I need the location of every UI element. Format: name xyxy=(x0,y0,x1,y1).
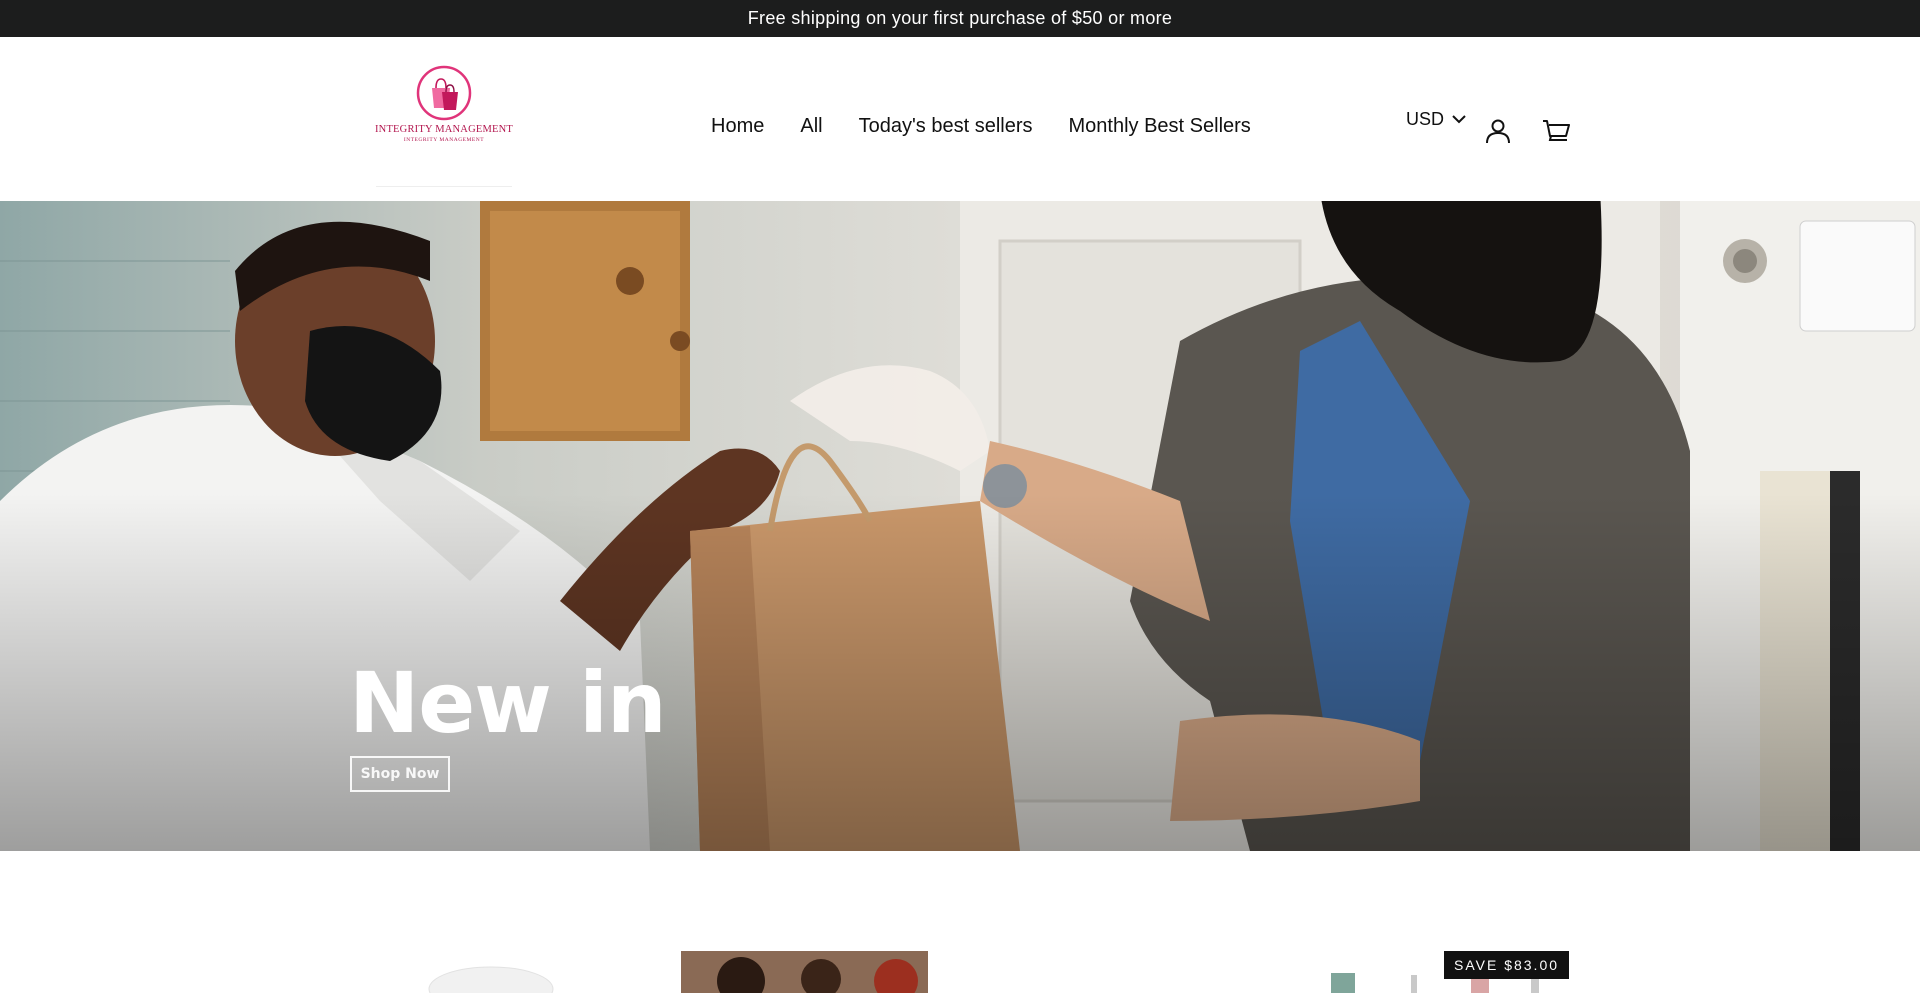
hero-image xyxy=(0,201,1920,851)
logo-subtext: INTEGRITY MANAGEMENT xyxy=(403,137,485,143)
product-card[interactable] xyxy=(986,951,1232,993)
nav-item-todays-best-sellers[interactable]: Today's best sellers xyxy=(859,115,1033,138)
currency-selector[interactable]: USD xyxy=(1406,107,1466,131)
logo-name: INTEGRITY MANAGEMENT xyxy=(374,124,514,135)
hero-banner: New in Shop Now xyxy=(0,201,1920,851)
nav-item-monthly-best-sellers[interactable]: Monthly Best Sellers xyxy=(1069,115,1251,138)
shopping-bag-logo-icon xyxy=(416,65,472,121)
announcement-bar: Free shipping on your first purchase of … xyxy=(0,0,1920,37)
nav-item-home[interactable]: Home xyxy=(711,115,764,138)
user-icon[interactable] xyxy=(1484,117,1512,145)
shop-now-button[interactable]: Shop Now xyxy=(350,756,450,792)
chevron-down-icon xyxy=(1452,115,1466,124)
hero-title: New in xyxy=(349,654,667,752)
store-logo[interactable]: INTEGRITY MANAGEMENT INTEGRITY MANAGEMEN… xyxy=(374,62,514,187)
product-image xyxy=(986,951,1232,993)
product-image xyxy=(681,951,928,993)
product-image xyxy=(428,966,554,993)
main-navigation: Home All Today's best sellers Monthly Be… xyxy=(711,115,1251,138)
currency-value: USD xyxy=(1406,108,1445,129)
cart-icon[interactable] xyxy=(1542,117,1570,145)
announcement-text: Free shipping on your first purchase of … xyxy=(747,8,1173,28)
save-badge: SAVE $83.00 xyxy=(1444,951,1570,979)
nav-item-all[interactable]: All xyxy=(800,115,822,138)
product-card[interactable] xyxy=(681,951,928,993)
site-header: INTEGRITY MANAGEMENT INTEGRITY MANAGEMEN… xyxy=(0,37,1920,201)
product-card[interactable] xyxy=(376,951,622,993)
product-grid: SAVE $83.00 xyxy=(0,851,1920,993)
